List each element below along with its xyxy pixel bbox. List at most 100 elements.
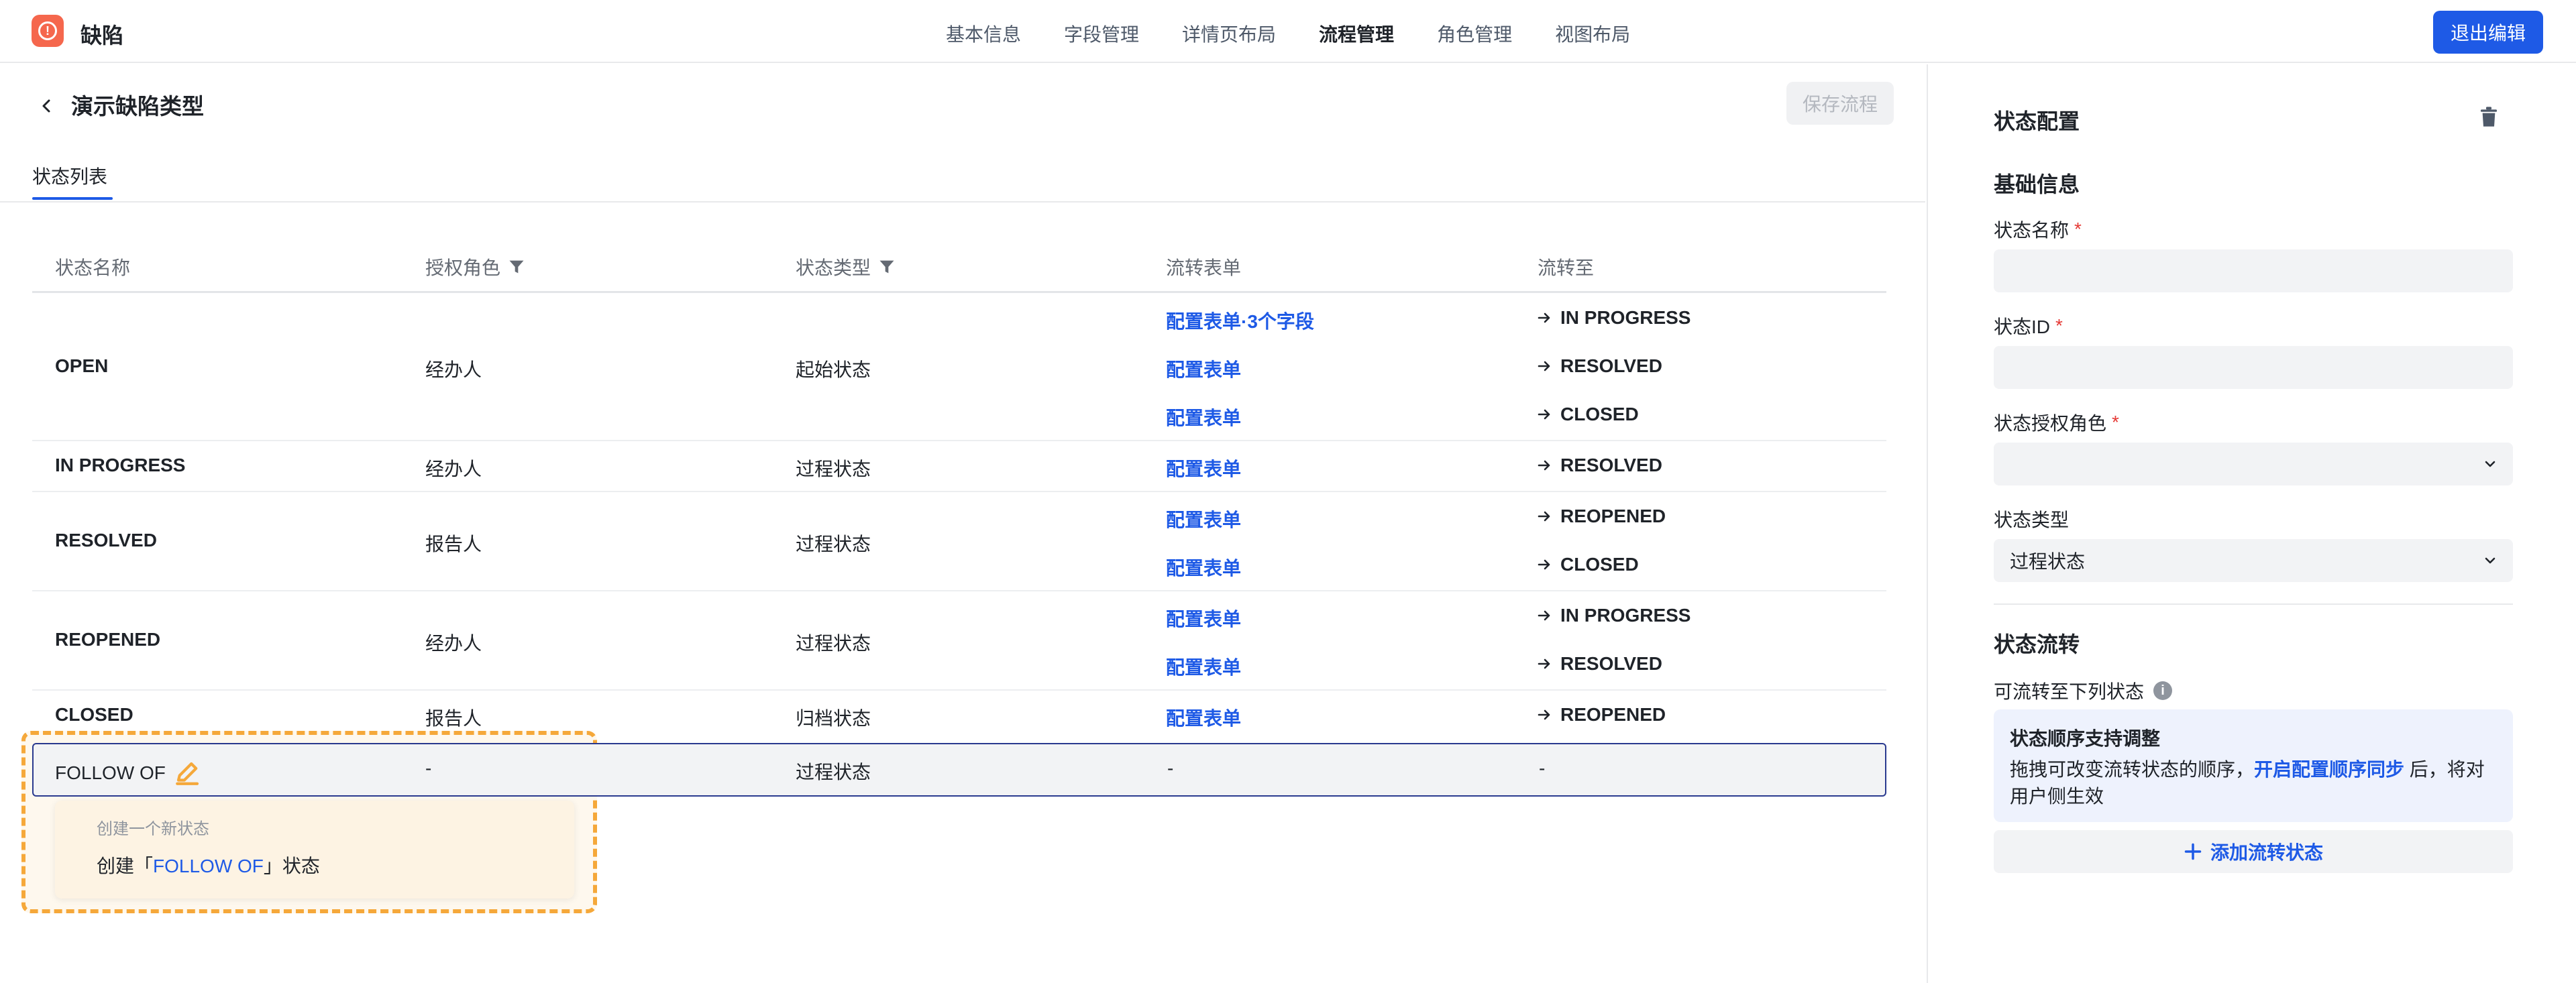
info-icon[interactable]: i xyxy=(2153,681,2173,700)
row-divider xyxy=(32,440,1886,441)
transition-target: RESOLVED xyxy=(1536,455,1662,476)
arrow-right-icon xyxy=(1538,511,1550,522)
column-header-transition-form: 流转表单 xyxy=(1166,257,1242,278)
status-type-cell: 过程状态 xyxy=(796,762,871,783)
status-type-cell: 过程状态 xyxy=(796,534,871,555)
new-status-row[interactable] xyxy=(32,743,1886,797)
transition-target: IN PROGRESS xyxy=(1536,605,1690,626)
configure-form-link[interactable]: 配置表单 xyxy=(1166,653,1241,680)
tab-view-layout[interactable]: 视图布局 xyxy=(1555,20,1630,47)
transition-target-cell: - xyxy=(1539,758,1546,778)
tab-role-management[interactable]: 角色管理 xyxy=(1437,20,1512,47)
transition-target: REOPENED xyxy=(1536,506,1666,527)
configure-form-link[interactable]: 配置表单 xyxy=(1166,554,1241,581)
exit-edit-button[interactable]: 退出编辑 xyxy=(2433,11,2543,54)
column-header-status-name: 状态名称 xyxy=(55,257,131,278)
chevron-down-icon xyxy=(2485,461,2496,467)
new-status-name-cell[interactable]: FOLLOW OF xyxy=(55,759,202,787)
tab-status-list[interactable]: 状态列表 xyxy=(32,162,107,189)
configure-form-link[interactable]: 配置表单 xyxy=(1166,605,1241,632)
arrow-right-icon xyxy=(1538,312,1550,323)
status-type-cell: 归档状态 xyxy=(796,708,871,729)
status-name-cell[interactable]: IN PROGRESS xyxy=(55,455,185,476)
row-divider xyxy=(32,689,1886,691)
active-tab-indicator xyxy=(32,197,113,200)
dropdown-hint: 创建一个新状态 xyxy=(97,820,209,838)
transition-form-cell: - xyxy=(1167,758,1174,778)
role-cell: 报告人 xyxy=(425,534,482,555)
transition-target: IN PROGRESS xyxy=(1536,307,1690,329)
status-type-select[interactable]: 过程状态 xyxy=(1994,539,2513,582)
flow-targets-label: 可流转至下列状态 i xyxy=(1994,677,2173,704)
status-name-label: 状态名称 * xyxy=(1994,219,2082,241)
configure-form-link[interactable]: 配置表单 xyxy=(1166,455,1241,481)
role-cell: 经办人 xyxy=(425,633,482,654)
save-workflow-button[interactable]: 保存流程 xyxy=(1786,82,1894,125)
row-divider xyxy=(32,590,1886,591)
role-cell: 经办人 xyxy=(425,359,482,380)
arrow-right-icon xyxy=(1538,409,1550,420)
arrow-right-icon xyxy=(1538,361,1550,371)
divider xyxy=(0,201,1925,203)
transition-target: CLOSED xyxy=(1536,554,1639,575)
role-cell: 报告人 xyxy=(425,708,482,729)
tip-title: 状态顺序支持调整 xyxy=(2010,728,2161,749)
enable-order-sync-link[interactable]: 开启配置顺序同步 xyxy=(2254,759,2404,780)
back-arrow-icon[interactable] xyxy=(34,93,60,119)
pencil-icon[interactable] xyxy=(174,759,202,787)
create-status-option[interactable]: 创建「FOLLOW OF」状态 xyxy=(97,852,320,878)
status-config-panel: 状态配置 基础信息 状态名称 * 状态ID * 状态授权角色 * 状态类型 过程状态 … xyxy=(1927,64,2576,983)
arrow-right-icon xyxy=(1538,709,1550,720)
top-bar: ! 缺陷 基本信息 字段管理 详情页布局 流程管理 角色管理 视图布局 退出编辑 xyxy=(0,0,2576,63)
configure-form-link[interactable]: 配置表单 xyxy=(1166,704,1241,731)
arrow-right-icon xyxy=(1538,610,1550,621)
order-tip-box: 状态顺序支持调整 拖拽可改变流转状态的顺序，开启配置顺序同步 后，将对用户侧生效 xyxy=(1994,709,2513,822)
panel-title: 状态配置 xyxy=(1994,109,2080,133)
configure-form-link[interactable]: 配置表单 xyxy=(1166,404,1241,430)
arrow-right-icon xyxy=(1538,559,1550,570)
main-panel: 演示缺陷类型 保存流程 状态列表 状态名称 授权角色 状态类型 流转表单 流转至… xyxy=(0,64,1925,983)
bug-logo-icon: ! xyxy=(32,15,64,47)
header-divider xyxy=(32,291,1886,293)
plus-icon xyxy=(2184,843,2202,860)
status-name-cell[interactable]: RESOLVED xyxy=(55,530,157,551)
role-cell: - xyxy=(425,758,432,778)
status-name-input[interactable] xyxy=(1994,249,2513,292)
transition-target: RESOLVED xyxy=(1536,355,1662,377)
role-cell: 经办人 xyxy=(425,459,482,479)
tab-workflow-management[interactable]: 流程管理 xyxy=(1319,20,1394,47)
tab-basic-info[interactable]: 基本信息 xyxy=(946,20,1021,47)
section-status-flow: 状态流转 xyxy=(1994,632,2080,656)
filter-icon[interactable] xyxy=(507,257,526,276)
status-id-input[interactable] xyxy=(1994,346,2513,389)
tab-field-management[interactable]: 字段管理 xyxy=(1064,20,1139,47)
status-name-cell[interactable]: REOPENED xyxy=(55,629,160,650)
create-status-dropdown: 创建一个新状态 创建「FOLLOW OF」状态 xyxy=(55,801,574,899)
column-header-role: 授权角色 xyxy=(425,253,526,280)
section-basic-info: 基础信息 xyxy=(1994,172,2080,196)
status-type-label: 状态类型 xyxy=(1994,510,2070,530)
transition-target: REOPENED xyxy=(1536,704,1666,726)
tab-detail-layout[interactable]: 详情页布局 xyxy=(1182,20,1276,47)
transition-target: RESOLVED xyxy=(1536,653,1662,675)
tip-text: 拖拽可改变流转状态的顺序，开启配置顺序同步 后，将对用户侧生效 xyxy=(2010,759,2485,807)
divider xyxy=(1994,603,2513,605)
configure-form-link[interactable]: 配置表单 xyxy=(1166,506,1241,532)
app-title: 缺陷 xyxy=(80,23,124,48)
arrow-right-icon xyxy=(1538,460,1550,471)
trash-icon[interactable] xyxy=(2478,105,2500,129)
status-id-label: 状态ID * xyxy=(1994,315,2063,337)
row-divider xyxy=(32,491,1886,492)
status-name-cell[interactable]: OPEN xyxy=(55,355,108,377)
status-type-cell: 过程状态 xyxy=(796,459,871,479)
configure-form-link[interactable]: 配置表单·3个字段 xyxy=(1166,307,1314,334)
chevron-down-icon xyxy=(2485,557,2496,564)
transition-target: CLOSED xyxy=(1536,404,1639,425)
status-name-cell[interactable]: CLOSED xyxy=(55,704,133,726)
column-header-status-type: 状态类型 xyxy=(796,253,896,280)
filter-icon[interactable] xyxy=(877,257,896,276)
arrow-right-icon xyxy=(1538,658,1550,669)
status-role-select[interactable] xyxy=(1994,443,2513,485)
add-transition-button[interactable]: 添加流转状态 xyxy=(1994,830,2513,873)
configure-form-link[interactable]: 配置表单 xyxy=(1166,355,1241,382)
